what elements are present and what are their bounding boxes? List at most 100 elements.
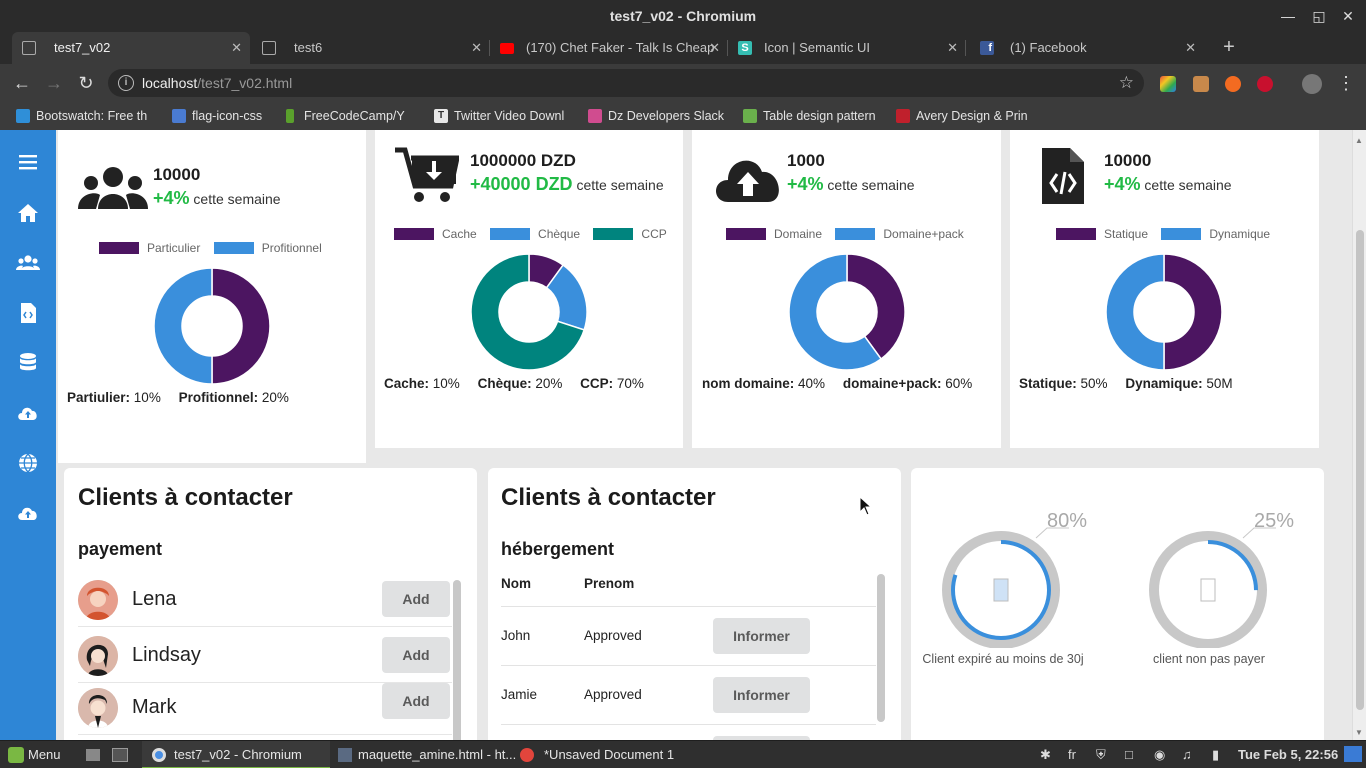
clock[interactable]: Tue Feb 5, 22:56 [1238, 747, 1338, 762]
close-tab-icon[interactable]: ✕ [709, 32, 720, 64]
legend-item[interactable]: Domaine [726, 227, 822, 241]
code-file-icon[interactable] [16, 301, 40, 325]
close-tab-icon[interactable]: ✕ [231, 32, 242, 64]
legend-item[interactable]: Statique [1056, 227, 1148, 241]
donut-slice-0[interactable] [211, 267, 271, 385]
gain-value: +4% [787, 174, 824, 194]
code-file-icon [1042, 148, 1084, 204]
progress-caption: Client expiré au moins de 30j [922, 652, 1084, 666]
table-scrollbar[interactable] [877, 574, 885, 722]
tab-semantic-ui[interactable]: S Icon | Semantic UI ✕ [728, 32, 966, 64]
taskbar-window-editor[interactable]: maquette_amine.html - ht... [334, 741, 516, 768]
scrollbar-thumb[interactable] [1356, 230, 1364, 710]
legend-item[interactable]: Chèque [490, 227, 580, 241]
home-icon[interactable] [16, 201, 40, 225]
gain-label: cette semaine [1144, 177, 1232, 193]
taskbar-window-unsaved[interactable]: *Unsaved Document 1 [516, 741, 696, 768]
database-icon[interactable] [16, 351, 40, 375]
bookmark-dz-slack[interactable]: Dz Developers Slack [586, 102, 730, 130]
tab-youtube[interactable]: (170) Chet Faker - Talk Is Cheap ✕ [490, 32, 728, 64]
bookmark-flag-icon-css[interactable]: flag-icon-css [170, 102, 270, 130]
extension-colorpick-icon[interactable] [1160, 76, 1176, 92]
informer-button[interactable]: Informer [713, 618, 810, 654]
close-tab-icon[interactable]: ✕ [1185, 32, 1196, 64]
clients-hosting-card: Clients à contacter hébergement Nom Pren… [488, 468, 901, 740]
new-tab-button[interactable]: + [1218, 36, 1240, 58]
notifications-icon[interactable]: □ [1125, 747, 1133, 762]
add-button[interactable]: Add [382, 581, 450, 617]
terminal-icon[interactable] [112, 741, 132, 768]
avery-icon [896, 109, 910, 123]
bookmark-freecodecamp[interactable]: FreeCodeCamp/Y [282, 102, 414, 130]
users-icon[interactable] [16, 251, 40, 275]
stat-gain: +4% cette semaine [153, 188, 281, 209]
donut-slice-0[interactable] [1163, 253, 1223, 371]
address-bar[interactable]: i localhost/test7_v02.html ☆ [108, 69, 1144, 97]
forward-arrow-icon[interactable]: → [43, 72, 65, 94]
start-menu-button[interactable]: Menu [6, 741, 61, 768]
bluetooth-icon[interactable]: ✱ [1040, 747, 1051, 763]
taskbar-window-chromium[interactable]: test7_v02 - Chromium [142, 741, 330, 768]
volume-icon[interactable]: ♫ [1182, 747, 1192, 762]
tab-test7-v02[interactable]: test7_v02 ✕ [12, 32, 250, 64]
stat-value: 10000 [153, 165, 201, 184]
workspace-switcher-icon[interactable] [1344, 746, 1362, 762]
add-button[interactable]: Add [382, 637, 450, 673]
tab-label: (170) Chet Faker - Talk Is Cheap [526, 40, 715, 55]
bookmark-table-design[interactable]: Table design pattern [741, 102, 879, 130]
back-arrow-icon[interactable]: ← [11, 72, 33, 94]
profile-avatar[interactable] [1302, 74, 1322, 94]
legend-item[interactable]: Profitionnel [213, 241, 322, 255]
extension-ublock-icon[interactable] [1257, 76, 1273, 92]
hamburger-menu-icon[interactable] [16, 150, 40, 174]
globe-icon[interactable] [16, 451, 40, 475]
bookmark-avery[interactable]: Avery Design & Prin [894, 102, 1034, 130]
minimize-icon[interactable]: — [1278, 6, 1298, 26]
column-header-prenom[interactable]: Prenom [584, 576, 634, 591]
show-desktop-icon[interactable] [86, 741, 104, 768]
column-header-nom[interactable]: Nom [501, 576, 531, 591]
stat-card-revenue: 1000000 DZD +40000 DZD cette semaine Cac… [375, 130, 683, 448]
ring-center-glyph [1200, 578, 1216, 602]
scroll-up-icon[interactable]: ▲ [1355, 136, 1363, 145]
page-scrollbar[interactable]: ▲ ▼ [1352, 130, 1366, 740]
keyboard-layout[interactable]: fr [1068, 747, 1076, 762]
chart-legend: Statique Dynamique [1056, 227, 1280, 241]
close-tab-icon[interactable]: ✕ [947, 32, 958, 64]
extension-box-icon[interactable] [1193, 76, 1209, 92]
facebook-icon: f [980, 41, 994, 55]
bookmark-bootswatch[interactable]: Bootswatch: Free th [14, 102, 152, 130]
legend-item[interactable]: Particulier [99, 241, 200, 255]
freecodecamp-icon [286, 109, 294, 123]
list-scrollbar[interactable] [453, 580, 461, 740]
tab-test6[interactable]: test6 ✕ [252, 32, 490, 64]
donut-slice-1[interactable] [153, 267, 213, 385]
bookmark-twitter-video[interactable]: T Twitter Video Downl [432, 102, 570, 130]
legend-item[interactable]: Cache [394, 227, 477, 241]
scroll-down-icon[interactable]: ▼ [1355, 728, 1363, 737]
gain-value: +4% [1104, 174, 1141, 194]
battery-icon[interactable]: ▮ [1212, 747, 1219, 763]
security-shield-icon[interactable]: ⛨ [1096, 747, 1106, 763]
legend-item[interactable]: Dynamique [1161, 227, 1270, 241]
tab-facebook[interactable]: f (1) Facebook ✕ [966, 32, 1204, 64]
cell-prenom: Approved [584, 687, 642, 702]
bookmarks-bar: Bootswatch: Free th flag-icon-css FreeCo… [0, 102, 1366, 130]
informer-button[interactable]: Informer [713, 677, 810, 713]
legend-item[interactable]: CCP [593, 227, 667, 241]
donut-slice-1[interactable] [1105, 253, 1165, 371]
menu-kebab-icon[interactable]: ⋮ [1335, 72, 1357, 94]
info-icon[interactable]: i [118, 75, 134, 91]
cloud-upload-icon[interactable] [16, 501, 40, 525]
reload-icon[interactable]: ↻ [75, 72, 97, 94]
add-button[interactable]: Add [382, 683, 450, 719]
close-tab-icon[interactable]: ✕ [471, 32, 482, 64]
close-window-icon[interactable]: ✕ [1338, 6, 1358, 26]
extension-duckduckgo-icon[interactable] [1225, 76, 1241, 92]
legend-item[interactable]: Domaine+pack [835, 227, 964, 241]
avatar [78, 580, 118, 620]
maximize-icon[interactable]: ◱ [1309, 6, 1329, 26]
cloud-upload-icon[interactable] [16, 401, 40, 425]
location-icon[interactable]: ◉ [1154, 747, 1165, 763]
bookmark-star-icon[interactable]: ☆ [1119, 73, 1134, 93]
